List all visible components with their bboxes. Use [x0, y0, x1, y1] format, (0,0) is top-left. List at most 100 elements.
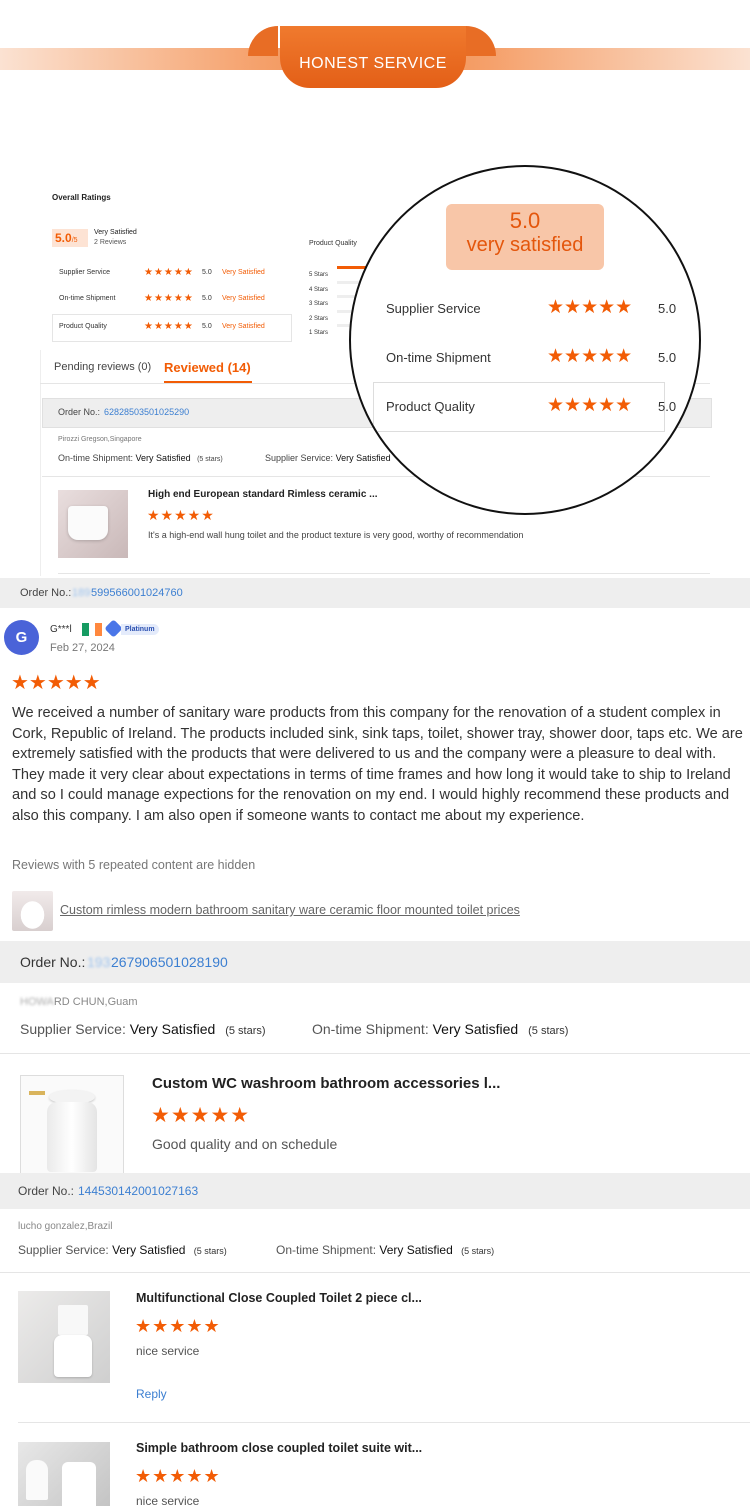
zoom-row-score: 5.0 — [658, 301, 677, 316]
supplier-value: Very Satisfied — [129, 1021, 216, 1037]
toilet-shape — [68, 506, 108, 540]
row-score: 5.0 — [202, 323, 212, 330]
row-stars: ★★★★★ — [144, 293, 194, 304]
row-name: On-time Shipment — [59, 295, 116, 302]
review4-product-title[interactable]: Multifunctional Close Coupled Toilet 2 p… — [136, 1291, 422, 1305]
dist-bar-5 — [337, 266, 367, 269]
review3-order-bar: Order No.: 193 267906501028190 — [0, 941, 750, 983]
overall-ratings-label: Overall Ratings — [52, 193, 111, 202]
summary-row-supplier: Supplier Service ★★★★★ 5.0 Very Satisfie… — [52, 262, 292, 288]
shipment-label: On-time Shipment: — [276, 1243, 377, 1257]
score-suffix: /5 — [71, 237, 78, 244]
review1-supplier: Supplier Service: Very Satisfied — [265, 453, 391, 463]
summary-row-shipment: On-time Shipment ★★★★★ 5.0 Very Satisfie… — [52, 288, 292, 314]
order-label: Order No.: — [18, 1184, 75, 1198]
reviews-count: 2 Reviews — [94, 239, 127, 246]
toilet-shape — [62, 1462, 96, 1506]
supplier-value: Very Satisfied — [112, 1243, 186, 1257]
review4-product-image[interactable] — [18, 1291, 110, 1383]
banner-title: HONEST SERVICE — [280, 26, 466, 88]
row-score: 5.0 — [202, 295, 212, 302]
review4-order-bar: Order No.: 144530142001027163 — [0, 1173, 750, 1209]
order-number-link[interactable]: 144530142001027163 — [78, 1184, 198, 1198]
review4-buyer: lucho gonzalez,Brazil — [18, 1221, 113, 1232]
order-prefix-blurred: 189 — [72, 587, 91, 599]
order-prefix-blurred: 193 — [87, 954, 111, 970]
summary-rows: Supplier Service ★★★★★ 5.0 Very Satisfie… — [52, 262, 292, 342]
ireland-flag-icon — [82, 623, 103, 636]
review3-product-title[interactable]: Custom WC washroom bathroom accessories … — [152, 1075, 500, 1092]
supplier-label: Supplier Service: — [265, 453, 334, 463]
review3-shipment: On-time Shipment: Very Satisfied (5 star… — [312, 1021, 568, 1037]
zoom-label: very satisfied — [466, 234, 584, 256]
banner-ear-right — [466, 26, 496, 56]
review1-buyer: Pirozzi Gregson,Singapore — [58, 436, 142, 443]
supplier-label: Supplier Service: — [18, 1243, 109, 1257]
order-number-link[interactable]: 62828503501025290 — [104, 407, 189, 417]
banner-ear-left — [248, 26, 278, 56]
review2-product-link[interactable]: Custom rimless modern bathroom sanitary … — [60, 903, 520, 917]
order-number-link[interactable]: 599566001024760 — [91, 587, 183, 599]
shipment-label: On-time Shipment: — [312, 1021, 429, 1037]
review3-product-image[interactable] — [20, 1075, 124, 1174]
zoom-row-stars: ★★★★★ — [547, 346, 633, 367]
review4-shipment: On-time Shipment: Very Satisfied (5 star… — [276, 1243, 494, 1257]
basin-shape — [26, 1460, 48, 1500]
supplier-stars-text: (5 stars) — [193, 1246, 227, 1256]
reply-link[interactable]: Reply — [136, 1387, 167, 1401]
review3-supplier: Supplier Service: Very Satisfied (5 star… — [20, 1021, 266, 1037]
row-score: 5.0 — [202, 269, 212, 276]
order-number-link[interactable]: 267906501028190 — [111, 954, 228, 970]
review1-comment: It's a high-end wall hung toilet and the… — [148, 530, 524, 540]
zoom-score-box: 5.0 very satisfied — [446, 204, 604, 270]
review4-stars: ★★★★★ — [135, 1316, 221, 1336]
review2-body: We received a number of sanitary ware pr… — [12, 705, 743, 824]
zoom-row-score: 5.0 — [658, 399, 677, 414]
review4-supplier: Supplier Service: Very Satisfied (5 star… — [18, 1243, 227, 1257]
review1-bottom-line — [58, 573, 710, 574]
row-status: Very Satisfied — [222, 323, 265, 330]
tab-reviewed[interactable]: Reviewed (14) — [164, 360, 251, 375]
reviewer-name: G***l — [50, 624, 72, 635]
review1-product-image[interactable] — [58, 490, 128, 558]
toilet-body-shape — [47, 1102, 97, 1172]
toilet-tank-shape — [58, 1305, 88, 1335]
order-label: Order No.: — [20, 587, 72, 599]
order-label: Order No.: — [58, 407, 101, 417]
buyer-name: RD CHUN,Guam — [53, 996, 138, 1008]
row-status: Very Satisfied — [222, 269, 265, 276]
review5-product-title[interactable]: Simple bathroom close coupled toilet sui… — [136, 1441, 422, 1455]
review4-divider — [0, 1272, 750, 1273]
row-stars: ★★★★★ — [144, 321, 194, 332]
dist-label: 1 Stars — [309, 330, 329, 336]
row-status: Very Satisfied — [222, 295, 265, 302]
shipment-value: Very Satisfied — [135, 453, 191, 463]
zoom-row-score: 5.0 — [658, 350, 677, 365]
supplier-value: Very Satisfied — [335, 453, 391, 463]
order-label: Order No.: — [20, 954, 86, 970]
zoom-row-stars: ★★★★★ — [547, 297, 633, 318]
verified-badge-icon — [104, 619, 123, 638]
zoom-score: 5.0 — [509, 208, 541, 233]
summary-row-quality: Product Quality ★★★★★ 5.0 Very Satisfied — [52, 314, 292, 342]
review2-product-thumb[interactable] — [12, 891, 53, 931]
satisfaction-label: Very Satisfied — [94, 229, 137, 236]
row-name: Product Quality — [59, 323, 107, 330]
zoom-magnifier: 5.0 very satisfied Supplier Service ★★★★… — [349, 165, 701, 515]
review2-stars: ★★★★★ — [11, 672, 101, 694]
tab-pending[interactable]: Pending reviews (0) — [54, 361, 151, 373]
review3-comment: Good quality and on schedule — [152, 1136, 338, 1152]
review3-divider — [0, 1053, 750, 1054]
score-box: 5.0/5 — [52, 229, 88, 247]
row-stars: ★★★★★ — [144, 267, 194, 278]
zoom-row-stars: ★★★★★ — [547, 395, 633, 416]
shipment-stars-text: (5 stars) — [197, 456, 223, 463]
review3-stars: ★★★★★ — [151, 1104, 251, 1127]
review1-product-title[interactable]: High end European standard Rimless ceram… — [148, 489, 378, 500]
avatar: G — [4, 620, 39, 655]
review5-product-image[interactable] — [18, 1442, 110, 1506]
zoom-row-name: Product Quality — [386, 399, 475, 414]
hidden-reviews-note[interactable]: Reviews with 5 repeated content are hidd… — [12, 858, 255, 872]
shipment-value: Very Satisfied — [432, 1021, 519, 1037]
review4-bottom-line — [18, 1422, 750, 1423]
